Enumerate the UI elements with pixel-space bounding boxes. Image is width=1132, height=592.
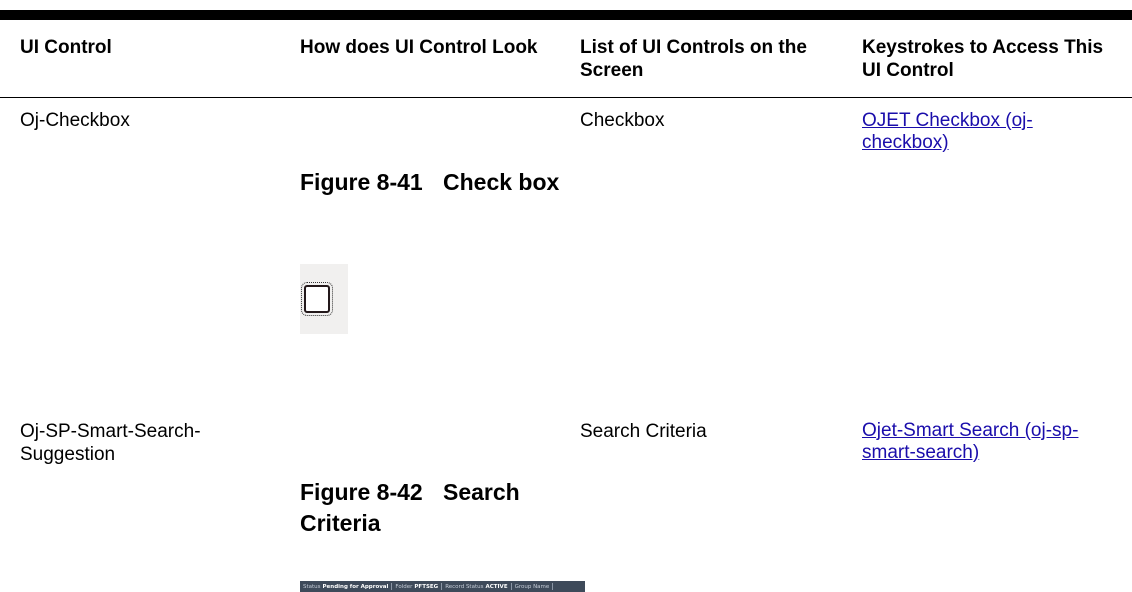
criteria-status: Status Pending for Approval — [303, 583, 389, 590]
header-keystrokes: Keystrokes to Access This UI Control — [862, 37, 1104, 81]
row2-list: Search Criteria — [580, 421, 707, 442]
checkbox-icon — [301, 282, 333, 316]
header-how-look: How does UI Control Look — [300, 37, 538, 58]
row2-control: Oj-SP-Smart-Search-Suggestion — [20, 421, 201, 465]
checkbox-figure-image — [300, 264, 348, 334]
figure-title: Check box — [443, 169, 560, 195]
header-ui-control: UI Control — [20, 37, 112, 58]
criteria-group-name: Group Name — [514, 583, 550, 590]
figure-8-42-caption: Figure 8-42 Search Criteria — [300, 477, 590, 539]
row1-control: Oj-Checkbox — [20, 110, 130, 131]
search-criteria-figure-image: Status Pending for Approval Folder PFTSEG … — [300, 581, 585, 592]
row2-link[interactable]: Ojet-Smart Search (oj-sp-smart-search) — [862, 420, 1112, 464]
figure-number: Figure 8-41 — [300, 169, 423, 195]
figure-8-41-caption: Figure 8-41 Check box — [300, 167, 590, 198]
criteria-separator — [552, 583, 554, 590]
header-divider — [0, 97, 1132, 98]
criteria-record-status: Record Status ACTIVE — [445, 583, 508, 590]
figure-number: Figure 8-42 — [300, 479, 423, 505]
header-list-controls: List of UI Controls on the Screen — [580, 37, 807, 81]
row1-link[interactable]: OJET Checkbox (oj-checkbox) — [862, 110, 1112, 154]
top-rule — [0, 10, 1132, 20]
row1-list: Checkbox — [580, 110, 665, 131]
criteria-folder: Folder PFTSEG — [395, 583, 439, 590]
